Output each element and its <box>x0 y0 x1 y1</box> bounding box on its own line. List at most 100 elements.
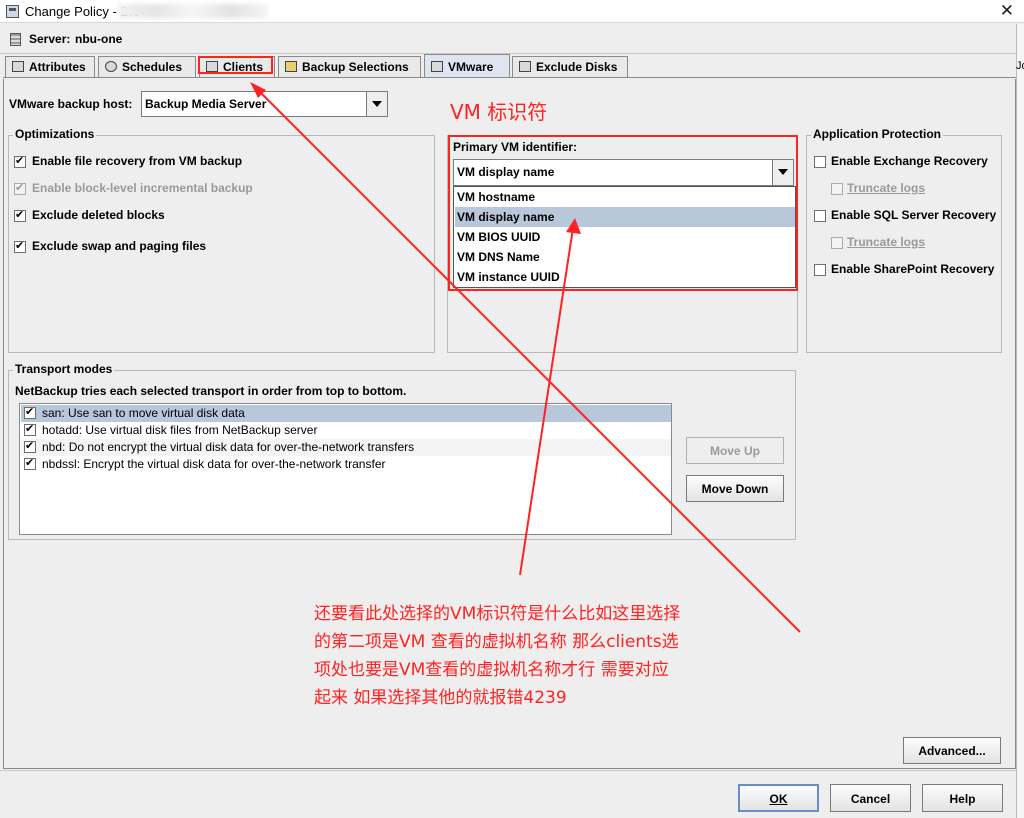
tab-label: Exclude Disks <box>536 60 618 74</box>
clients-icon <box>206 61 218 72</box>
tab-label: Attributes <box>29 60 86 74</box>
tab-label: VMware <box>448 60 494 74</box>
server-bar: Server: nbu-one <box>0 24 1016 54</box>
tab-schedules[interactable]: Schedules <box>98 56 196 77</box>
exclude-swap-label: Exclude swap and paging files <box>32 239 207 253</box>
primary-identifier-label: Primary VM identifier: <box>453 140 578 154</box>
application-protection-title: Application Protection <box>811 127 944 141</box>
tab-vmware[interactable]: VMware <box>424 54 510 77</box>
identifier-option-bios-uuid[interactable]: VM BIOS UUID <box>455 227 795 247</box>
annotation-line: 的第二项是VM 查看的虚拟机名称 那么clients选 <box>314 632 679 652</box>
vm-identifier-annotation: VM 标识符 <box>450 100 548 124</box>
window-titlebar: Change Policy - BK ✕ <box>0 0 1024 23</box>
transport-text: san: Use san to move virtual disk data <box>42 406 245 420</box>
server-label: Server: <box>29 32 71 46</box>
move-up-button[interactable]: Move Up <box>686 437 784 464</box>
identifier-option-hostname[interactable]: VM hostname <box>455 187 795 207</box>
block-level-incremental-label: Enable block-level incremental backup <box>32 181 253 195</box>
chevron-down-icon[interactable] <box>366 92 387 116</box>
server-value: nbu-one <box>75 32 123 46</box>
transport-row-nbd[interactable]: nbd: Do not encrypt the virtual disk dat… <box>21 439 671 456</box>
transport-row-hotadd[interactable]: hotadd: Use virtual disk files from NetB… <box>21 422 671 439</box>
cancel-button[interactable]: Cancel <box>830 784 911 812</box>
transport-checkbox[interactable] <box>24 439 36 453</box>
primary-identifier-group: Primary VM identifier: VM display name V… <box>447 135 798 353</box>
help-label: Help <box>949 792 976 806</box>
exclude-disks-icon <box>519 61 531 72</box>
block-level-incremental-checkbox <box>14 181 26 195</box>
tab-backup-selections[interactable]: Backup Selections <box>278 56 421 77</box>
identifier-option-dns-name[interactable]: VM DNS Name <box>455 247 795 267</box>
annotation-line: 还要看此处选择的VM标识符是什么比如这里选择 <box>314 604 681 624</box>
transport-modes-title: Transport modes <box>13 362 115 376</box>
file-recovery-checkbox[interactable] <box>14 154 26 168</box>
vmware-icon <box>431 61 443 72</box>
transport-modes-list: san: Use san to move virtual disk data h… <box>19 403 672 535</box>
identifier-option-instance-uuid[interactable]: VM instance UUID <box>455 267 795 287</box>
optimizations-group: Optimizations Enable file recovery from … <box>8 127 435 353</box>
exchange-truncate-checkbox <box>831 183 843 195</box>
dialog-button-bar: OK Cancel Help <box>0 770 1016 818</box>
move-down-label: Move Down <box>701 482 769 496</box>
advanced-label: Advanced... <box>918 744 986 758</box>
server-icon <box>10 33 21 46</box>
transport-row-san[interactable]: san: Use san to move virtual disk data <box>21 405 671 422</box>
exchange-recovery-label: Enable Exchange Recovery <box>831 154 988 168</box>
help-button[interactable]: Help <box>922 784 1003 812</box>
sql-recovery-label: Enable SQL Server Recovery <box>831 208 997 222</box>
sharepoint-recovery-label: Enable SharePoint Recovery <box>831 262 995 276</box>
cancel-label: Cancel <box>850 792 891 806</box>
exchange-truncate-label: Truncate logs <box>847 181 926 195</box>
tab-label: Schedules <box>122 60 183 74</box>
exchange-recovery-checkbox[interactable] <box>814 156 826 168</box>
redacted-title-region <box>118 4 268 18</box>
background-window-edge: Jo <box>1016 24 1024 818</box>
transport-row-nbdssl[interactable]: nbdssl: Encrypt the virtual disk data fo… <box>21 456 671 473</box>
transport-text: nbd: Do not encrypt the virtual disk dat… <box>42 440 415 454</box>
sharepoint-recovery-checkbox[interactable] <box>814 264 826 276</box>
schedules-icon <box>105 61 117 72</box>
exclude-deleted-blocks-label: Exclude deleted blocks <box>32 208 165 222</box>
transport-checkbox[interactable] <box>24 405 36 419</box>
tab-label: Backup Selections <box>302 60 409 74</box>
transport-checkbox[interactable] <box>24 422 36 436</box>
move-up-label: Move Up <box>709 444 760 458</box>
explanation-annotation: 还要看此处选择的VM标识符是什么比如这里选择 的第二项是VM 查看的虚拟机名称 … <box>314 600 680 712</box>
app-icon <box>6 5 19 18</box>
transport-checkbox[interactable] <box>24 456 36 470</box>
backup-host-label: VMware backup host: <box>9 97 133 111</box>
backup-host-value: Backup Media Server <box>145 97 267 111</box>
tab-attributes[interactable]: Attributes <box>5 56 95 77</box>
chevron-down-icon[interactable] <box>772 160 793 185</box>
transport-modes-description: NetBackup tries each selected transport … <box>15 384 407 398</box>
sql-truncate-checkbox <box>831 237 843 249</box>
transport-modes-group: Transport modes NetBackup tries each sel… <box>8 362 796 540</box>
sql-truncate-label: Truncate logs <box>847 235 926 249</box>
backup-selections-icon <box>285 61 297 72</box>
attributes-icon <box>12 61 24 72</box>
move-down-button[interactable]: Move Down <box>686 475 784 502</box>
primary-identifier-value: VM display name <box>457 165 555 179</box>
annotation-line: 项处也要是VM查看的虚拟机名称才行 需要对应 <box>314 660 669 680</box>
tab-exclude-disks[interactable]: Exclude Disks <box>512 56 628 77</box>
annotation-line: 起来 如果选择其他的就报错4239 <box>314 688 567 708</box>
file-recovery-label: Enable file recovery from VM backup <box>32 154 243 168</box>
primary-identifier-dropdown: VM hostname VM display name VM BIOS UUID… <box>453 186 796 288</box>
background-window-text: Jo <box>1016 60 1024 72</box>
policy-tabs: Attributes Schedules Clients Backup Sele… <box>3 54 1016 78</box>
identifier-option-display-name[interactable]: VM display name <box>455 207 795 227</box>
ok-button[interactable]: OK <box>738 784 819 812</box>
exclude-swap-checkbox[interactable] <box>14 239 26 253</box>
transport-text: hotadd: Use virtual disk files from NetB… <box>42 423 318 437</box>
close-icon[interactable]: ✕ <box>1000 1 1014 21</box>
advanced-button[interactable]: Advanced... <box>903 737 1001 764</box>
sql-recovery-checkbox[interactable] <box>814 210 826 222</box>
tab-label: Clients <box>223 60 264 74</box>
backup-host-select[interactable]: Backup Media Server <box>141 91 388 117</box>
optimizations-title: Optimizations <box>13 127 97 141</box>
tab-clients[interactable]: Clients <box>199 56 275 77</box>
exclude-deleted-blocks-checkbox[interactable] <box>14 208 26 222</box>
transport-text: nbdssl: Encrypt the virtual disk data fo… <box>42 457 386 471</box>
ok-label: OK <box>769 792 788 806</box>
primary-identifier-select[interactable]: VM display name <box>453 159 794 186</box>
